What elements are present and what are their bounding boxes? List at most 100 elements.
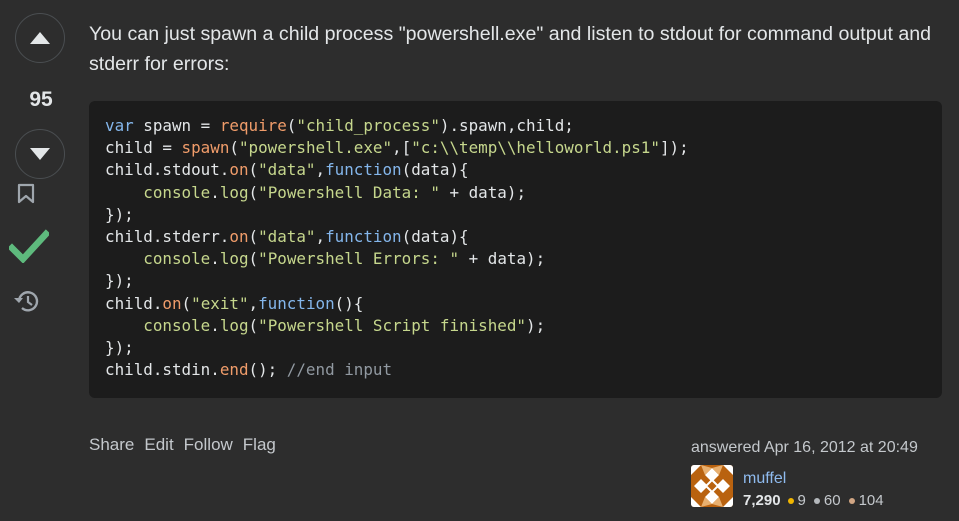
code-token: "Powershell Data: " xyxy=(258,182,440,202)
flag-link[interactable]: Flag xyxy=(243,435,276,455)
code-token: ); xyxy=(526,315,546,335)
code-token: "Powershell Errors: " xyxy=(258,249,460,269)
code-lines: var spawn = require("child_process").spa… xyxy=(105,115,926,381)
code-line: child = spawn("powershell.exe",["c:\\tem… xyxy=(105,137,926,159)
code-token: (data){ xyxy=(401,227,469,247)
upvote-button[interactable] xyxy=(15,13,65,63)
code-token: "powershell.exe" xyxy=(238,138,393,158)
bronze-badge-icon xyxy=(848,498,855,504)
code-token: ( xyxy=(248,227,259,247)
code-token: (data){ xyxy=(401,160,469,180)
bronze-badges: 104 xyxy=(848,491,884,511)
code-line: var spawn = require("child_process").spa… xyxy=(105,115,926,137)
follow-link[interactable]: Follow xyxy=(184,435,233,455)
downvote-button[interactable] xyxy=(15,129,65,179)
share-link[interactable]: Share xyxy=(89,435,134,455)
vote-column: 95 xyxy=(15,13,68,179)
code-token: + data); xyxy=(439,182,527,202)
code-token: }); xyxy=(105,271,134,291)
code-token: ( xyxy=(286,116,297,135)
answered-timestamp: answered Apr 16, 2012 at 20:49 xyxy=(691,439,918,456)
code-token: ( xyxy=(181,293,192,313)
post-actions: Share Edit Follow Flag xyxy=(89,435,276,455)
code-token: child.stderr. xyxy=(105,227,230,247)
code-token: ( xyxy=(229,138,239,158)
gold-badge-count: 9 xyxy=(797,492,806,509)
code-line: }); xyxy=(105,337,926,359)
bookmark-icon xyxy=(17,183,35,204)
code-token: "child_process" xyxy=(296,116,440,135)
code-token: }); xyxy=(105,204,134,224)
code-token: on xyxy=(162,293,182,313)
user-stats: 7,290 9 60 104 xyxy=(743,491,892,511)
user-row: muffel 7,290 9 60 104 xyxy=(691,465,951,511)
code-line: }); xyxy=(105,270,926,292)
code-token: "c:\\temp\\helloworld.ps1" xyxy=(411,138,660,158)
code-token: require xyxy=(219,116,287,135)
code-token: console xyxy=(143,315,211,335)
code-token: end xyxy=(219,360,249,380)
gold-badges: 9 xyxy=(787,491,806,511)
code-token: . xyxy=(210,249,220,269)
code-token: function xyxy=(325,160,402,180)
code-token: , xyxy=(315,160,326,180)
code-token: child.stdout. xyxy=(105,160,230,180)
code-token: function xyxy=(325,227,402,247)
code-token: . xyxy=(210,315,220,335)
checkmark-icon xyxy=(7,229,51,264)
code-token: }); xyxy=(105,338,134,358)
gold-badge-icon xyxy=(787,498,794,504)
code-token: ( xyxy=(248,315,259,335)
code-token: "Powershell Script finished" xyxy=(258,315,527,335)
code-token: child. xyxy=(105,293,163,313)
code-token: var xyxy=(105,116,134,135)
code-token: "data" xyxy=(258,160,316,180)
code-token: ( xyxy=(248,182,259,202)
code-token: ( xyxy=(248,249,259,269)
triangle-down-icon xyxy=(30,148,50,160)
code-token: on xyxy=(229,227,249,247)
code-token: . xyxy=(210,182,220,202)
history-button[interactable] xyxy=(13,288,41,319)
code-token: child = xyxy=(105,138,182,158)
code-token: (){ xyxy=(334,293,364,313)
answer-text: You can just spawn a child process "powe… xyxy=(89,23,932,75)
triangle-up-icon xyxy=(30,32,50,44)
identicon-avatar[interactable] xyxy=(691,465,733,507)
code-line: console.log("Powershell Script finished"… xyxy=(105,315,926,337)
code-line: }); xyxy=(105,204,926,226)
code-token: (); xyxy=(248,360,287,380)
code-token: ]); xyxy=(659,138,689,158)
silver-badge-count: 60 xyxy=(823,492,841,509)
history-icon xyxy=(14,291,39,312)
bookmark-button[interactable] xyxy=(17,183,35,210)
code-token: log xyxy=(219,182,249,202)
vote-count: 95 xyxy=(29,88,53,111)
code-token: log xyxy=(219,315,249,335)
code-token: child.stdin. xyxy=(105,360,220,380)
code-token: ( xyxy=(248,160,259,180)
code-line: child.stderr.on("data",function(data){ xyxy=(105,226,926,248)
code-token: console xyxy=(143,249,211,269)
user-info: muffel 7,290 9 60 104 xyxy=(743,465,892,511)
code-token: function xyxy=(258,293,335,313)
code-token: ).spawn,child; xyxy=(439,116,574,135)
code-token: + data); xyxy=(459,249,546,269)
user-card: answered Apr 16, 2012 at 20:49 muffel 7,… xyxy=(691,438,951,511)
code-token: "exit" xyxy=(191,293,249,313)
silver-badge-icon xyxy=(813,498,820,504)
code-token: spawn xyxy=(181,138,230,158)
code-line: child.stdin.end(); //end input xyxy=(105,359,926,381)
code-line: child.on("exit",function(){ xyxy=(105,293,926,315)
username-link[interactable]: muffel xyxy=(743,469,892,489)
code-line: console.log("Powershell Data: " + data); xyxy=(105,182,926,204)
code-token: log xyxy=(219,249,249,269)
edit-link[interactable]: Edit xyxy=(144,435,173,455)
code-token: , xyxy=(315,227,326,247)
accepted-answer-indicator xyxy=(7,229,51,268)
code-token: "data" xyxy=(258,227,316,247)
code-token: , xyxy=(248,293,259,313)
code-token: spawn = xyxy=(133,116,220,135)
